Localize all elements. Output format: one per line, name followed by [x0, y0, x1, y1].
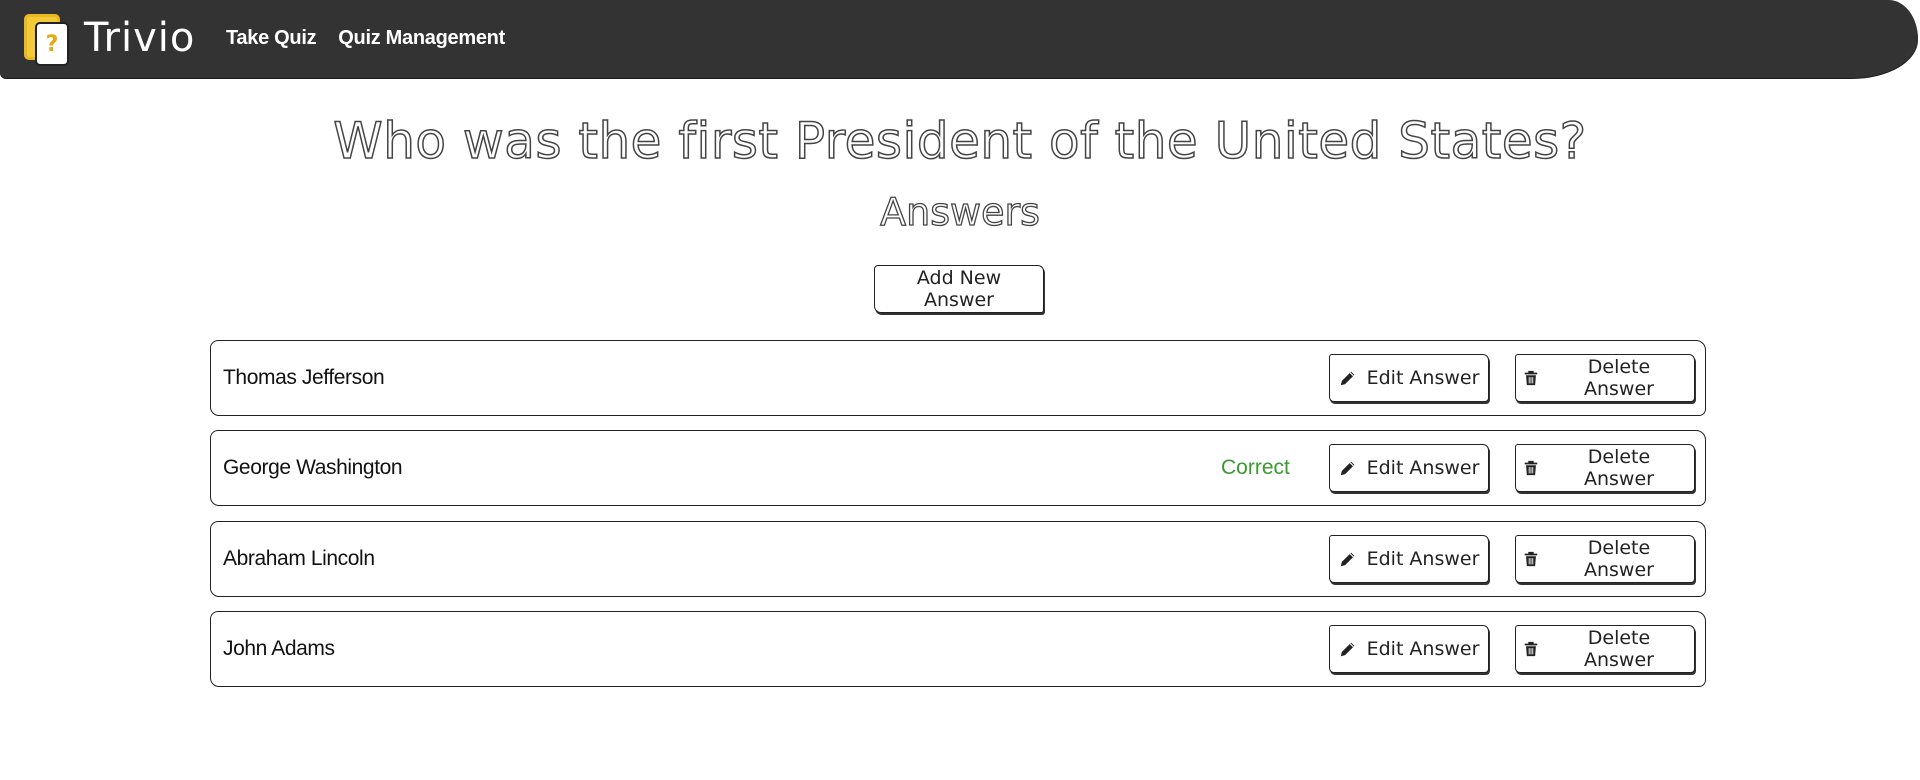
delete-answer-button[interactable]: Delete Answer	[1515, 354, 1695, 402]
trash-icon	[1524, 551, 1538, 567]
answer-row: George Washington Correct Edit Answer De…	[210, 430, 1706, 506]
delete-answer-button[interactable]: Delete Answer	[1515, 625, 1695, 673]
answer-row: Abraham Lincoln Edit Answer Delete Answe…	[210, 521, 1706, 597]
logo-icon: ?	[22, 12, 70, 66]
question-title: Who was the first President of the Unite…	[333, 111, 1587, 171]
delete-answer-button[interactable]: Delete Answer	[1515, 444, 1695, 492]
nav-link-quiz-management[interactable]: Quiz Management	[338, 22, 505, 54]
edit-answer-button[interactable]: Edit Answer	[1329, 535, 1489, 583]
logo-card-front: ?	[35, 22, 69, 66]
edit-answer-button[interactable]: Edit Answer	[1329, 354, 1489, 402]
edit-answer-label: Edit Answer	[1366, 457, 1480, 479]
answer-text: George Washington	[223, 456, 403, 479]
brand-link[interactable]: ? Trivio	[22, 12, 196, 66]
edit-answer-label: Edit Answer	[1366, 638, 1480, 660]
pencil-icon	[1340, 642, 1354, 657]
trash-icon	[1524, 370, 1538, 386]
nav-link-take-quiz[interactable]: Take Quiz	[226, 22, 317, 54]
trash-icon	[1524, 460, 1538, 476]
correct-label: Correct	[1221, 456, 1290, 479]
delete-answer-label: Delete Answer	[1583, 627, 1654, 671]
delete-answer-label: Delete Answer	[1583, 537, 1654, 581]
nav-links: Take Quiz Quiz Management	[226, 22, 505, 54]
answer-row: John Adams Edit Answer Delete Answer	[210, 611, 1706, 687]
pencil-icon	[1340, 371, 1354, 386]
answer-text: John Adams	[223, 637, 335, 660]
answer-text: Abraham Lincoln	[223, 547, 375, 570]
navbar: ? Trivio Take Quiz Quiz Management	[0, 0, 1918, 78]
delete-answer-button[interactable]: Delete Answer	[1515, 535, 1695, 583]
delete-answer-label: Delete Answer	[1583, 446, 1654, 490]
edit-answer-button[interactable]: Edit Answer	[1329, 625, 1489, 673]
pencil-icon	[1340, 552, 1354, 567]
delete-answer-label: Delete Answer	[1583, 356, 1654, 400]
edit-answer-button[interactable]: Edit Answer	[1329, 444, 1489, 492]
answers-heading: Answers	[879, 189, 1040, 234]
edit-answer-label: Edit Answer	[1366, 367, 1480, 389]
answer-row: Thomas Jefferson Edit Answer Delete Answ…	[210, 340, 1706, 416]
brand-name: Trivio	[84, 15, 196, 61]
trash-icon	[1524, 641, 1538, 657]
answer-text: Thomas Jefferson	[223, 366, 385, 389]
pencil-icon	[1340, 461, 1354, 476]
add-new-answer-button[interactable]: Add New Answer	[874, 265, 1044, 313]
edit-answer-label: Edit Answer	[1366, 548, 1480, 570]
